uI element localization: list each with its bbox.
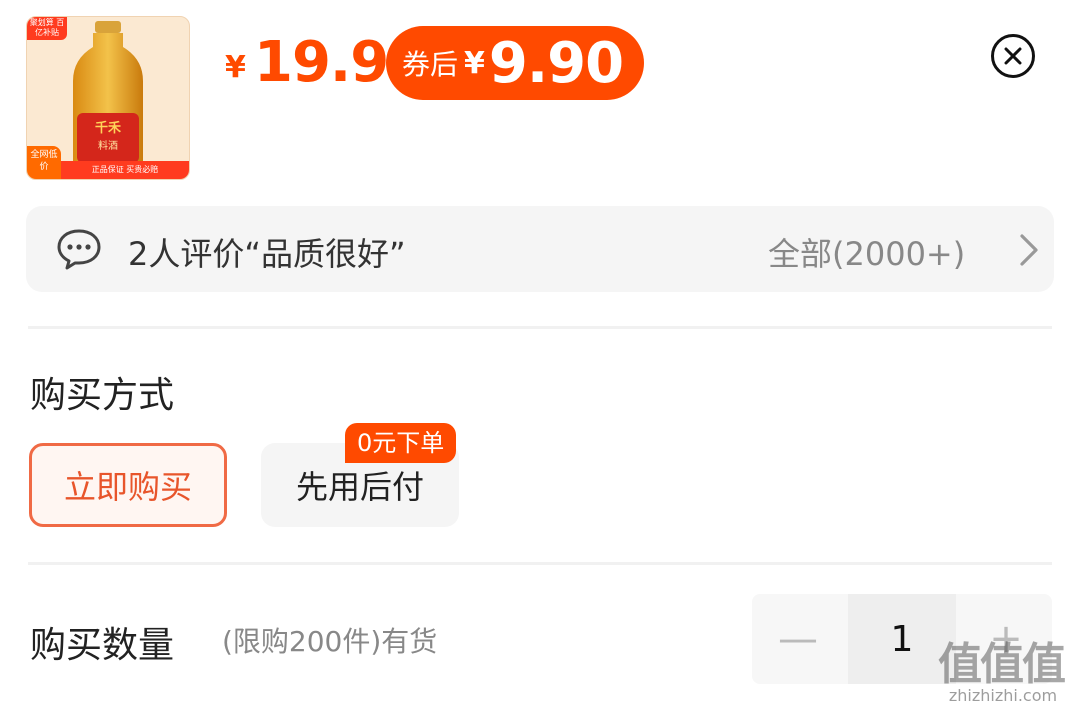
- divider: [28, 326, 1052, 329]
- buy-now-option[interactable]: 立即购买: [29, 443, 227, 527]
- pay-later-label: 先用后付: [295, 468, 424, 506]
- quantity-limit-hint: (限购200件)有货: [222, 625, 438, 658]
- thumb-low-price-tag: 全网低价: [27, 146, 61, 179]
- watermark-logo: 值值值: [938, 639, 1066, 690]
- coupon-label: 券后: [402, 48, 459, 81]
- purchase-method-title: 购买方式: [30, 375, 175, 416]
- zero-down-badge: 0元下单: [345, 423, 457, 463]
- review-highlight: 2人评价“品质很好”: [128, 235, 406, 273]
- thumb-brand: 千禾: [94, 121, 121, 136]
- quantity-title: 购买数量: [30, 625, 175, 666]
- review-all-link[interactable]: 全部(2000+): [768, 229, 965, 275]
- divider: [28, 562, 1052, 565]
- original-price: 19.9: [254, 30, 389, 95]
- product-thumbnail[interactable]: 聚划算 百亿补贴 千禾 料酒 全网低价 正品保证 买贵必赔: [26, 16, 190, 180]
- thumb-promo-tag: 聚划算 百亿补贴: [27, 17, 67, 40]
- coupon-currency: ¥: [464, 45, 485, 81]
- close-circle-icon: [1004, 47, 1022, 65]
- buy-now-label: 立即购买: [63, 468, 192, 506]
- decrease-button[interactable]: —: [752, 594, 844, 684]
- price-currency: ¥: [225, 50, 246, 85]
- thumb-guarantee-bar: 正品保证 买贵必赔: [61, 161, 189, 179]
- coupon-price-pill: 券后 ¥ 9.90: [386, 26, 644, 100]
- close-button[interactable]: [991, 34, 1035, 78]
- chat-bubble-icon: [57, 229, 101, 270]
- thumb-product: 料酒: [98, 141, 118, 152]
- watermark-url: zhizhizhi.com: [948, 686, 1058, 705]
- chevron-right-icon[interactable]: [1016, 232, 1042, 268]
- coupon-price: 9.90: [488, 30, 624, 96]
